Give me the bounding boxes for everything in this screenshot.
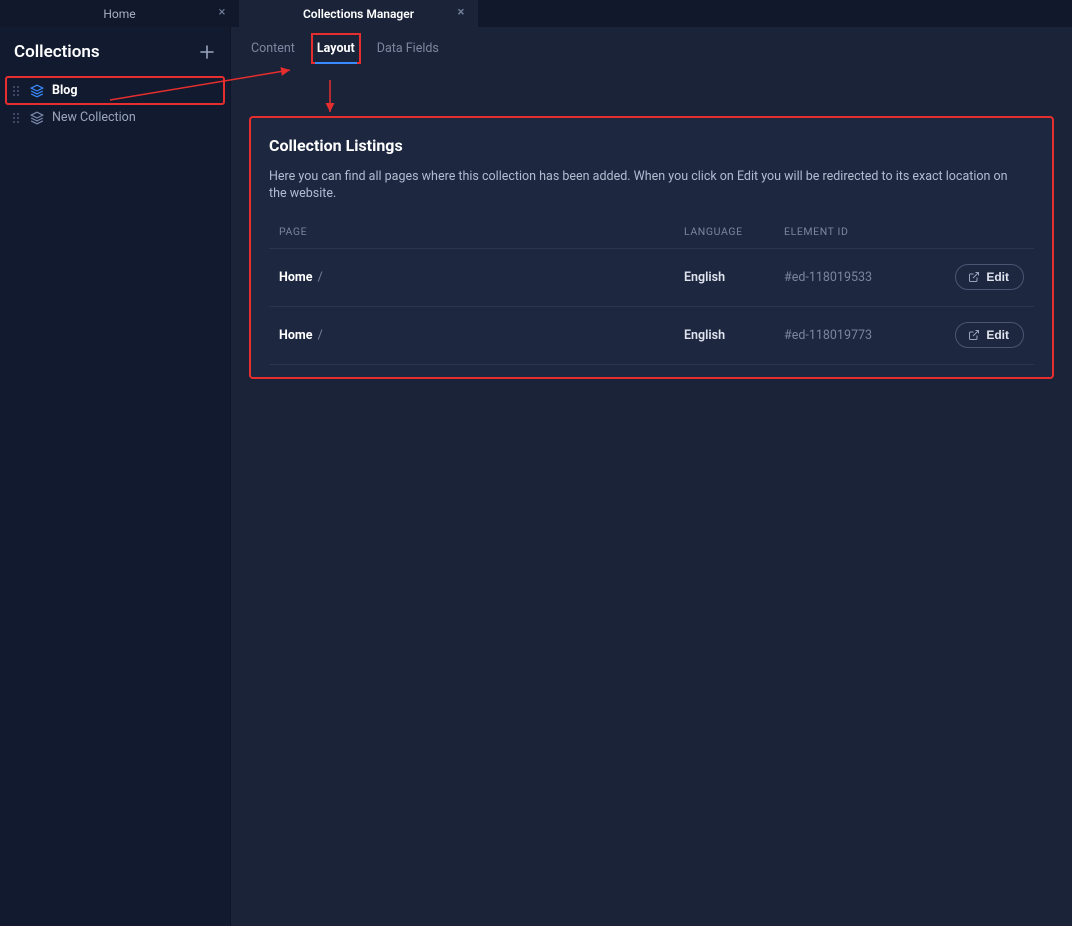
language-cell: English — [684, 328, 784, 343]
sidebar-item-blog[interactable]: Blog — [6, 77, 224, 104]
subtab-content[interactable]: Content — [249, 37, 297, 60]
table-row: Home / English #ed-118019533 Edit — [269, 249, 1034, 307]
table-row: Home / English #ed-118019773 Edit — [269, 307, 1034, 365]
panel-description: Here you can find all pages where this c… — [269, 169, 1009, 203]
drag-handle-icon[interactable] — [12, 112, 22, 124]
edit-button-label: Edit — [986, 270, 1009, 284]
sidebar-title: Collections — [14, 42, 100, 62]
page-cell: Home / — [279, 328, 684, 343]
sidebar-header: Collections — [0, 41, 230, 73]
window-tabstrip: Home × Collections Manager × — [0, 0, 1072, 27]
main-panel: Content Layout Data Fields Collection Li… — [231, 27, 1072, 926]
edit-button-label: Edit — [986, 328, 1009, 342]
add-collection-button[interactable] — [196, 41, 218, 63]
external-link-icon — [968, 271, 980, 283]
drag-handle-icon[interactable] — [12, 85, 22, 97]
page-name: Home — [279, 270, 312, 285]
plus-icon — [200, 45, 214, 59]
page-cell: Home / — [279, 270, 684, 285]
sidebar-item-label: Blog — [52, 83, 77, 98]
layers-icon — [30, 84, 44, 98]
subtab-bar: Content Layout Data Fields — [243, 37, 1060, 64]
col-page: PAGE — [279, 225, 684, 238]
sidebar: Collections Blog — [0, 27, 231, 926]
sidebar-item-label: New Collection — [52, 110, 136, 125]
collections-list: Blog New Collection — [0, 73, 230, 135]
external-link-icon — [968, 329, 980, 341]
table-header: PAGE LANGUAGE ELEMENT ID — [269, 225, 1034, 249]
page-path: / — [318, 270, 323, 285]
subtab-layout[interactable]: Layout — [315, 37, 357, 60]
layers-icon — [30, 111, 44, 125]
close-icon[interactable]: × — [454, 6, 468, 20]
page-name: Home — [279, 328, 312, 343]
tab-home[interactable]: Home × — [0, 0, 239, 27]
subtab-data-fields[interactable]: Data Fields — [375, 37, 441, 60]
close-icon[interactable]: × — [215, 6, 229, 20]
panel-title: Collection Listings — [269, 136, 1034, 155]
sidebar-item-new-collection[interactable]: New Collection — [6, 104, 224, 131]
edit-button[interactable]: Edit — [955, 322, 1024, 348]
col-language: LANGUAGE — [684, 225, 784, 238]
tab-label: Collections Manager — [303, 7, 414, 21]
col-element-id: ELEMENT ID — [784, 225, 934, 238]
element-id-cell: #ed-118019533 — [784, 270, 934, 285]
page-path: / — [318, 328, 323, 343]
element-id-cell: #ed-118019773 — [784, 328, 934, 343]
tab-collections-manager[interactable]: Collections Manager × — [239, 0, 478, 27]
listings-table: PAGE LANGUAGE ELEMENT ID Home / English … — [269, 225, 1034, 365]
collection-listings-panel: Collection Listings Here you can find al… — [249, 116, 1054, 379]
language-cell: English — [684, 270, 784, 285]
edit-button[interactable]: Edit — [955, 264, 1024, 290]
tab-label: Home — [103, 7, 135, 21]
